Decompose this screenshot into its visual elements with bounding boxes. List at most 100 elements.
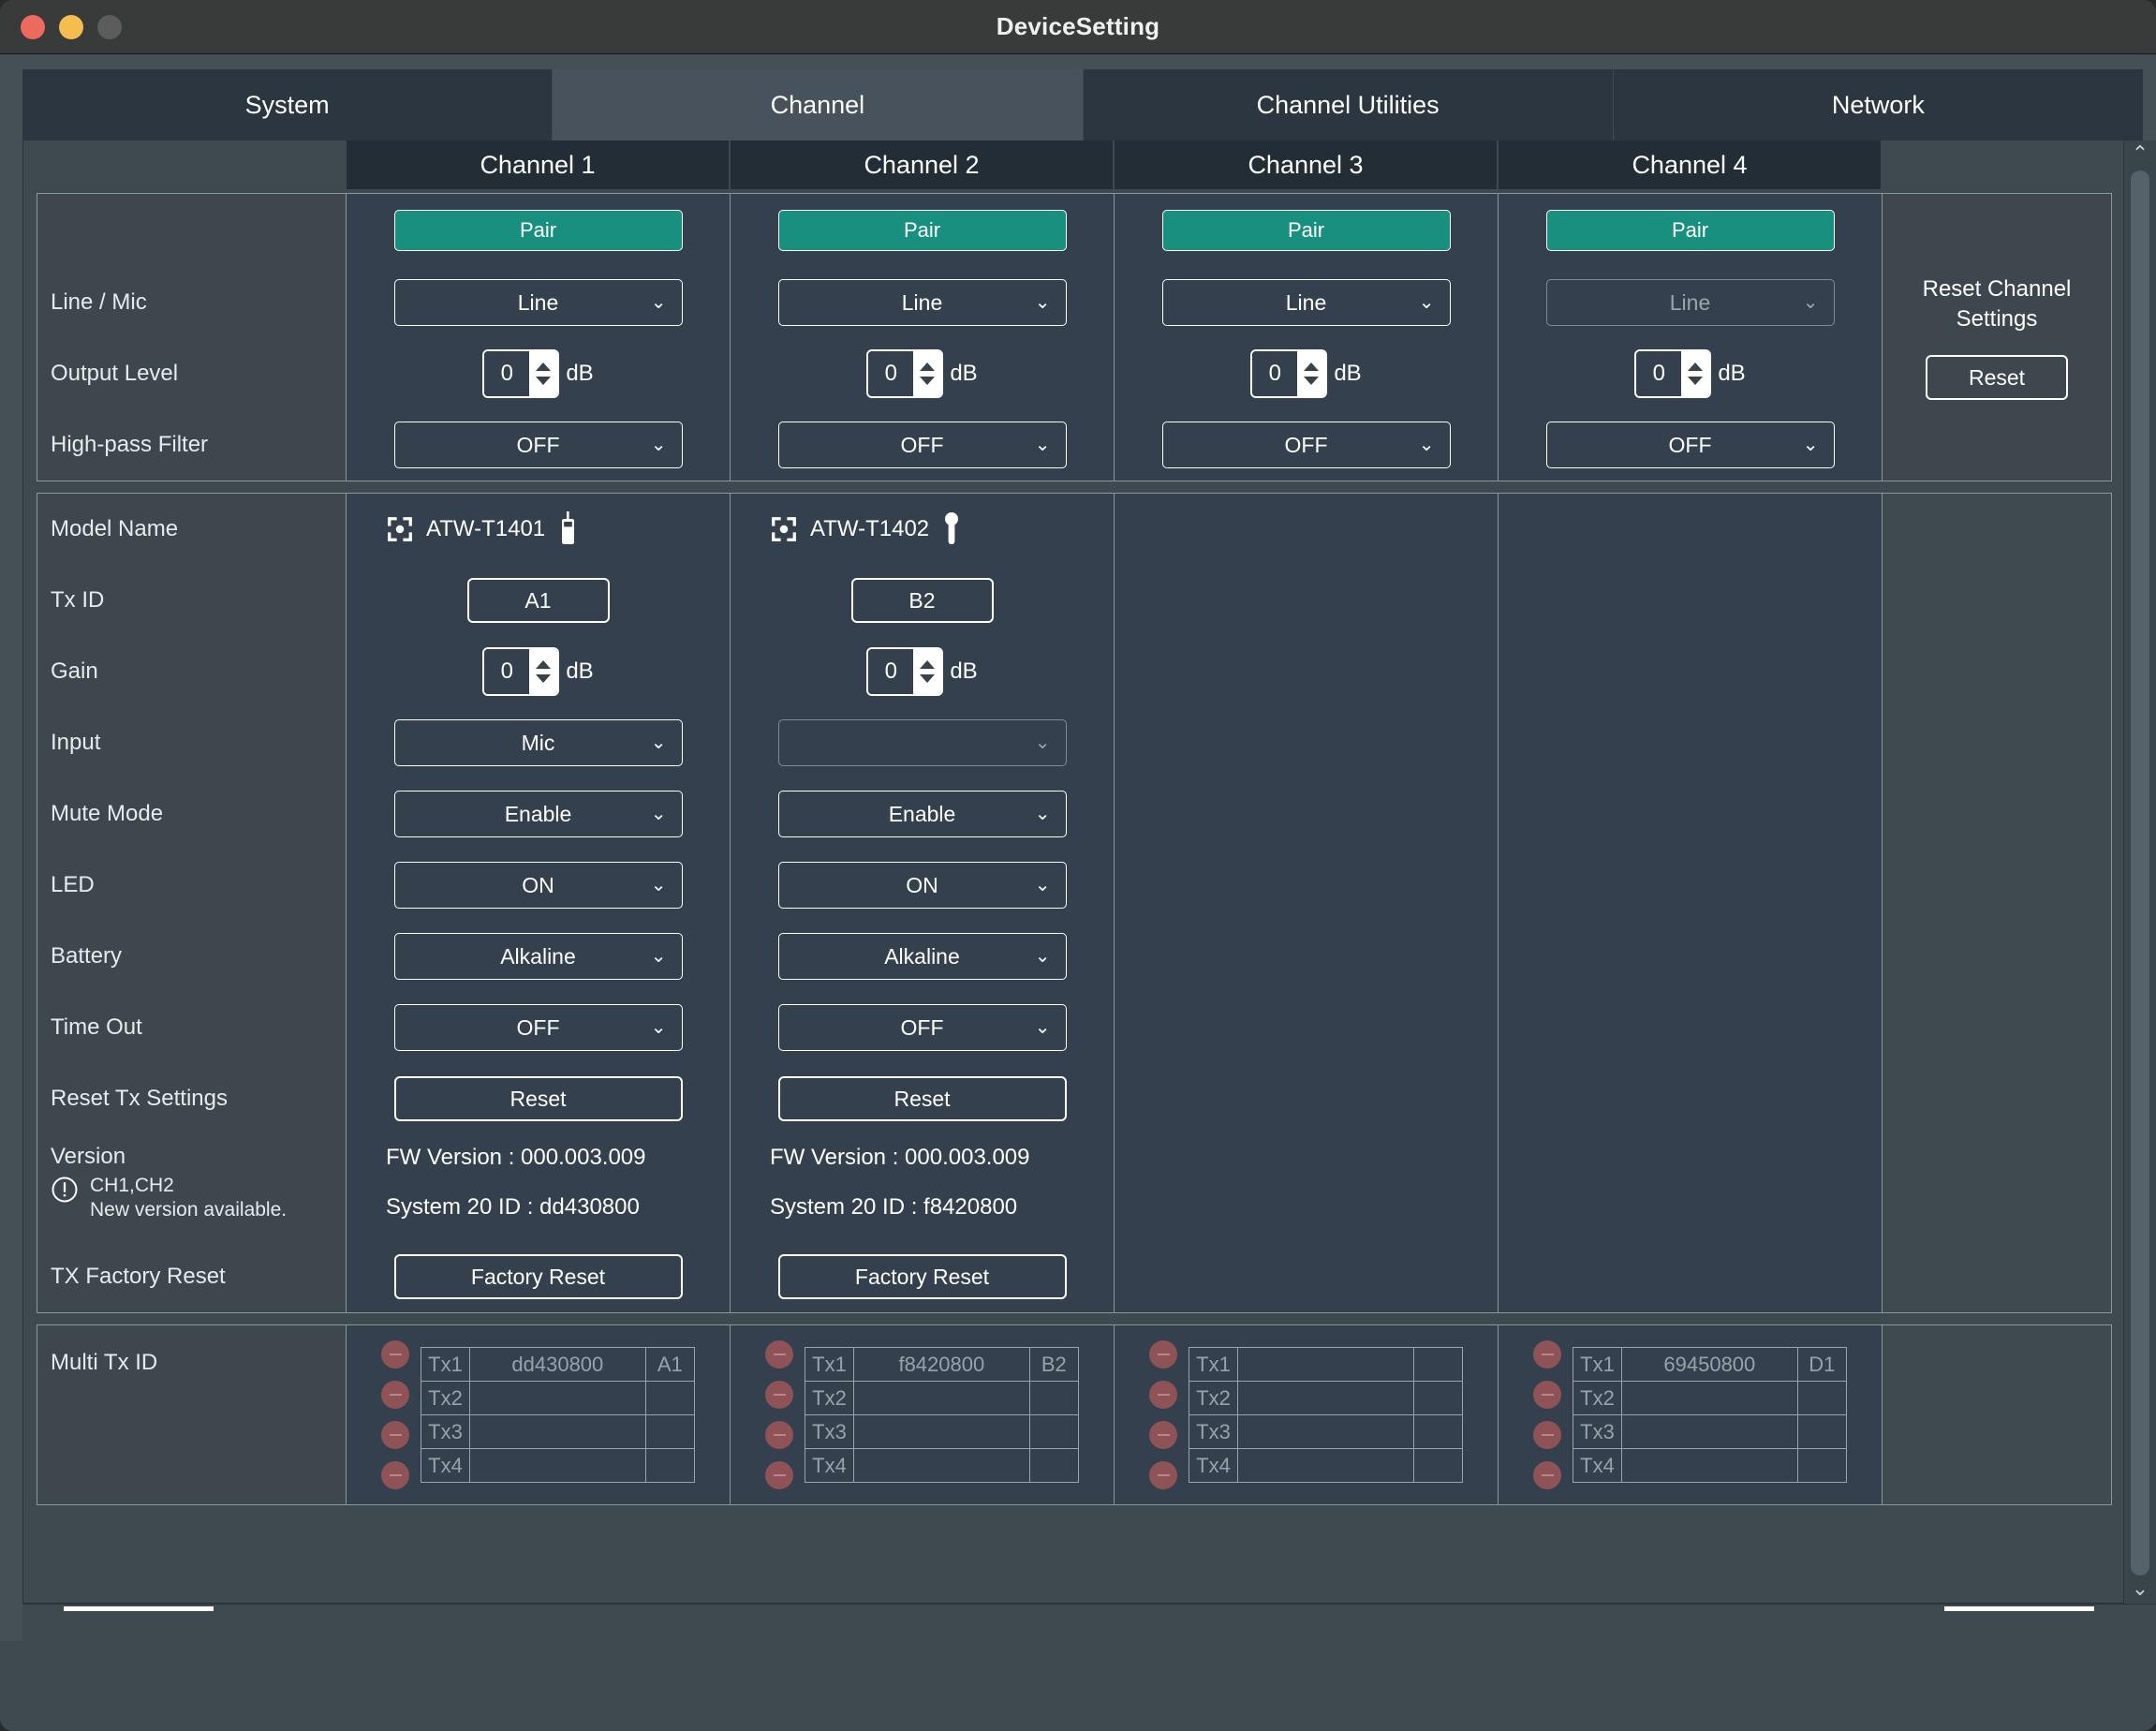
table-row[interactable]: Tx1 dd430800 A1 <box>421 1347 695 1382</box>
table-row[interactable]: Tx4 <box>421 1448 695 1483</box>
table-row[interactable]: Tx4 <box>1573 1448 1847 1483</box>
tab-channel-utilities[interactable]: Channel Utilities <box>1083 69 1614 141</box>
remove-tx4-button-ch2[interactable] <box>765 1461 794 1489</box>
time-out-select-ch2[interactable]: OFF ⌄ <box>777 1004 1067 1051</box>
remove-tx2-button-ch3[interactable] <box>1149 1381 1178 1409</box>
tx-factory-reset-button-ch2[interactable]: Factory Reset <box>777 1254 1067 1299</box>
remove-tx2-button-ch1[interactable] <box>381 1381 410 1409</box>
stepper-arrows[interactable] <box>913 649 942 694</box>
table-row[interactable]: Tx2 <box>1189 1381 1463 1415</box>
battery-select-ch2[interactable]: Alkaline ⌄ <box>777 933 1067 980</box>
zoom-button[interactable] <box>97 14 122 39</box>
caret-up-icon[interactable] <box>1304 362 1320 371</box>
caret-up-icon[interactable] <box>536 362 552 371</box>
caret-up-icon[interactable] <box>920 660 936 669</box>
remove-tx4-button-ch1[interactable] <box>381 1461 410 1489</box>
gain-stepper-ch2[interactable]: 0 dB <box>866 647 978 696</box>
output-level-stepper-ch4[interactable]: 0 dB <box>1634 349 1746 398</box>
remove-tx1-button-ch1[interactable] <box>381 1340 410 1369</box>
led-select-ch2[interactable]: ON ⌄ <box>777 862 1067 909</box>
vertical-scrollbar-thumb[interactable] <box>2131 170 2149 1576</box>
pair-cell-ch1: Pair <box>347 194 730 267</box>
table-row[interactable]: Tx1 f8420800 B2 <box>805 1347 1079 1382</box>
caret-down-icon[interactable] <box>1688 377 1704 385</box>
close-button[interactable] <box>21 14 45 39</box>
remove-tx3-button-ch3[interactable] <box>1149 1421 1178 1449</box>
line-mic-select-ch1[interactable]: Line ⌄ <box>393 279 683 326</box>
tab-system[interactable]: System <box>22 69 554 141</box>
tab-network[interactable]: Network <box>1613 69 2143 141</box>
table-row[interactable]: Tx4 <box>1189 1448 1463 1483</box>
pair-button-ch4[interactable]: Pair <box>1545 210 1835 251</box>
remove-tx4-button-ch4[interactable] <box>1533 1461 1562 1489</box>
caret-down-icon[interactable] <box>536 674 552 683</box>
stepper-arrows[interactable] <box>529 351 558 396</box>
remove-tx2-button-ch2[interactable] <box>765 1381 794 1409</box>
caret-up-icon[interactable] <box>920 362 936 371</box>
caret-down-icon[interactable] <box>1304 377 1320 385</box>
horizontal-scrollbar[interactable] <box>22 1604 2156 1641</box>
table-row[interactable]: Tx4 <box>805 1448 1079 1483</box>
caret-down-icon[interactable] <box>536 377 552 385</box>
output-level-stepper-ch2[interactable]: 0 dB <box>866 349 978 398</box>
table-row[interactable]: Tx2 <box>805 1381 1079 1415</box>
stepper-arrows[interactable] <box>529 649 558 694</box>
remove-tx3-button-ch2[interactable] <box>765 1421 794 1449</box>
table-row[interactable]: Tx2 <box>1573 1381 1847 1415</box>
stepper-arrows[interactable] <box>1297 351 1326 396</box>
stepper-arrows[interactable] <box>913 351 942 396</box>
table-row[interactable]: Tx1 <box>1189 1347 1463 1382</box>
reset-tx-settings-button-ch2[interactable]: Reset <box>777 1076 1067 1121</box>
input-select-ch1[interactable]: Mic ⌄ <box>393 719 683 766</box>
remove-tx3-button-ch4[interactable] <box>1533 1421 1562 1449</box>
high-pass-filter-select-ch4[interactable]: OFF ⌄ <box>1545 422 1835 468</box>
line-mic-select-ch4[interactable]: Line ⌄ <box>1545 279 1835 326</box>
remove-tx1-button-ch3[interactable] <box>1149 1340 1178 1369</box>
remove-tx1-button-ch2[interactable] <box>765 1340 794 1369</box>
tx-id-button-ch2[interactable]: B2 <box>850 578 994 623</box>
time-out-select-ch1[interactable]: OFF ⌄ <box>393 1004 683 1051</box>
pair-button-ch2[interactable]: Pair <box>777 210 1067 251</box>
horizontal-scrollbar-thumb-right[interactable] <box>1944 1606 2094 1611</box>
tx-factory-reset-button-ch1[interactable]: Factory Reset <box>393 1254 683 1299</box>
vertical-scrollbar[interactable]: ⌃ ⌄ <box>2124 141 2156 1604</box>
caret-down-icon[interactable] <box>920 674 936 683</box>
remove-tx2-button-ch4[interactable] <box>1533 1381 1562 1409</box>
remove-tx3-button-ch1[interactable] <box>381 1421 410 1449</box>
reset-tx-settings-button-ch1[interactable]: Reset <box>393 1076 683 1121</box>
battery-select-ch1[interactable]: Alkaline ⌄ <box>393 933 683 980</box>
mute-mode-select-ch2[interactable]: Enable ⌄ <box>777 791 1067 837</box>
pair-button-ch1[interactable]: Pair <box>393 210 683 251</box>
gain-stepper-ch1[interactable]: 0 dB <box>482 647 594 696</box>
pair-button-ch3[interactable]: Pair <box>1161 210 1451 251</box>
chevron-up-icon[interactable]: ⌃ <box>2132 143 2149 169</box>
table-row[interactable]: Tx1 69450800 D1 <box>1573 1347 1847 1382</box>
table-row[interactable]: Tx3 <box>421 1414 695 1449</box>
line-mic-select-ch3[interactable]: Line ⌄ <box>1161 279 1451 326</box>
tx-id-button-ch1[interactable]: A1 <box>466 578 610 623</box>
remove-tx4-button-ch3[interactable] <box>1149 1461 1178 1489</box>
chevron-down-icon[interactable]: ⌄ <box>2132 1578 2149 1604</box>
output-level-stepper-ch1[interactable]: 0 dB <box>482 349 594 398</box>
minimize-button[interactable] <box>59 14 83 39</box>
caret-down-icon[interactable] <box>920 377 936 385</box>
horizontal-scrollbar-thumb-left[interactable] <box>64 1606 214 1611</box>
stepper-arrows[interactable] <box>1681 351 1710 396</box>
remove-tx1-button-ch4[interactable] <box>1533 1340 1562 1369</box>
tab-channel[interactable]: Channel <box>553 69 1084 141</box>
caret-up-icon[interactable] <box>536 660 552 669</box>
high-pass-filter-select-ch1[interactable]: OFF ⌄ <box>393 422 683 468</box>
output-level-stepper-ch3[interactable]: 0 dB <box>1250 349 1362 398</box>
line-mic-select-ch2[interactable]: Line ⌄ <box>777 279 1067 326</box>
table-row[interactable]: Tx2 <box>421 1381 695 1415</box>
led-select-ch1[interactable]: ON ⌄ <box>393 862 683 909</box>
reset-channel-settings-button[interactable]: Reset <box>1926 355 2068 401</box>
caret-up-icon[interactable] <box>1688 362 1704 371</box>
table-row[interactable]: Tx3 <box>1189 1414 1463 1449</box>
high-pass-filter-select-ch3[interactable]: OFF ⌄ <box>1161 422 1451 468</box>
input-select-ch2[interactable]: ⌄ <box>777 719 1067 766</box>
table-row[interactable]: Tx3 <box>805 1414 1079 1449</box>
high-pass-filter-select-ch2[interactable]: OFF ⌄ <box>777 422 1067 468</box>
mute-mode-select-ch1[interactable]: Enable ⌄ <box>393 791 683 837</box>
table-row[interactable]: Tx3 <box>1573 1414 1847 1449</box>
